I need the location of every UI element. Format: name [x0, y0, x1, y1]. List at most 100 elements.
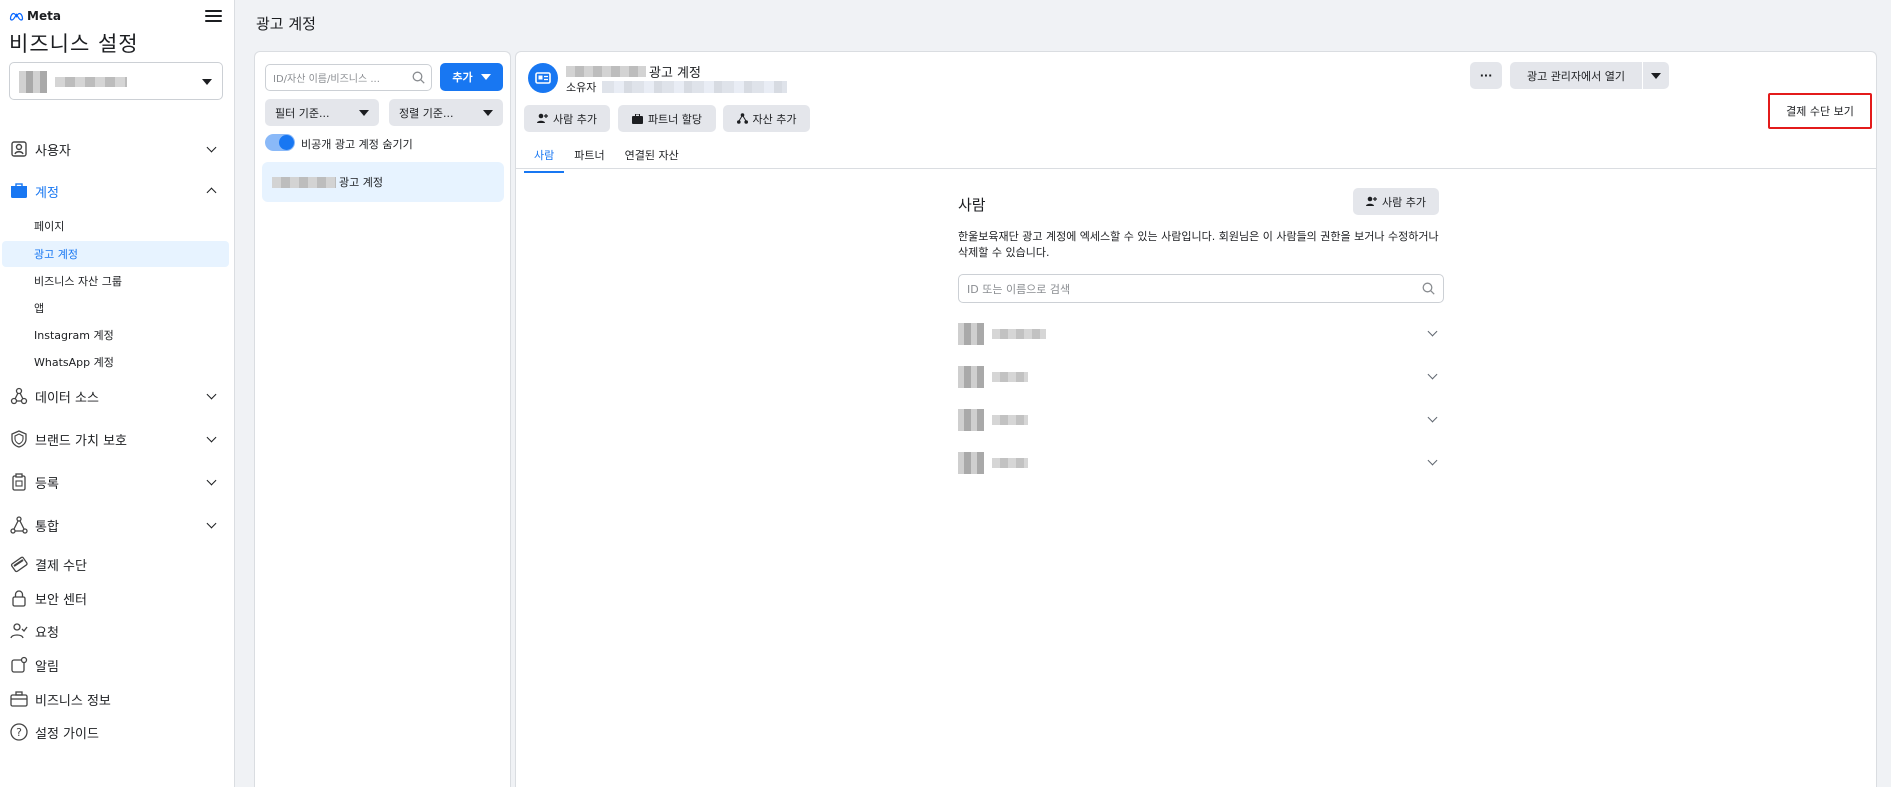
sidebar-item-payment-methods[interactable]: 결제 수단 [9, 551, 227, 577]
list-item[interactable] [958, 405, 1444, 435]
hide-private-toggle[interactable] [265, 134, 295, 151]
sidebar-item-security-center[interactable]: 보안 센터 [9, 585, 227, 611]
credit-card-icon [9, 554, 29, 574]
sidebar-item-brand-safety[interactable]: 브랜드 가치 보호 [9, 426, 227, 452]
chevron-down-icon [206, 518, 217, 529]
sidebar-subitem-apps[interactable]: 앱 [2, 295, 229, 321]
sidebar-item-label: 비즈니스 정보 [35, 693, 111, 709]
section-header: 광고 계정 [256, 15, 316, 33]
menu-icon[interactable] [205, 8, 222, 23]
avatar [958, 452, 984, 474]
account-name-redacted [272, 176, 336, 188]
add-assets-button[interactable]: 자산 추가 [723, 105, 810, 132]
sidebar-item-label: 데이터 소스 [35, 390, 99, 406]
sidebar-item-label: 계정 [35, 185, 59, 201]
chevron-down-icon [480, 74, 491, 80]
person-name-redacted [992, 458, 1028, 468]
sidebar-subitem-asset-groups[interactable]: 비즈니스 자산 그룹 [2, 268, 229, 294]
assign-partner-button[interactable]: 파트너 할당 [618, 105, 716, 132]
ads-manager-dropdown[interactable] [1643, 62, 1669, 89]
help-icon: ? [9, 722, 29, 742]
add-button[interactable]: 추가 [440, 63, 503, 91]
notification-icon [9, 655, 29, 675]
meta-logo[interactable]: Meta [9, 9, 61, 23]
sidebar-item-registration[interactable]: 등록 [9, 469, 227, 495]
lock-icon [9, 588, 29, 608]
person-name-redacted [992, 372, 1028, 382]
sidebar-item-accounts[interactable]: 계정 [9, 178, 227, 204]
business-info-icon [9, 689, 29, 709]
divider [516, 168, 1876, 169]
sidebar: Meta 비즈니스 설정 사용자 계정 페이지 광고 계정 비즈니스 자산 그룹… [0, 0, 235, 787]
add-person-icon [537, 113, 548, 123]
account-name-redacted [566, 66, 646, 77]
chevron-down-icon [359, 110, 369, 116]
chevron-down-icon [206, 389, 217, 400]
open-in-ads-manager-button[interactable]: 광고 관리자에서 열기 [1510, 62, 1642, 89]
sidebar-item-label: 사용자 [35, 143, 71, 159]
filter-label: 필터 기준... [275, 106, 330, 120]
chevron-up-icon [206, 187, 217, 198]
chevron-down-icon [206, 432, 217, 443]
sidebar-item-label: 통합 [35, 519, 59, 535]
sort-dropdown[interactable]: 정렬 기준... [389, 99, 503, 126]
assets-icon [736, 113, 748, 124]
list-item[interactable] [958, 448, 1444, 478]
sidebar-item-label: 설정 가이드 [35, 726, 99, 742]
integrations-icon [9, 515, 29, 535]
users-icon [9, 139, 29, 159]
list-item[interactable] [958, 362, 1444, 392]
chevron-down-icon [1427, 455, 1438, 466]
sidebar-item-data-sources[interactable]: 데이터 소스 [9, 383, 227, 409]
add-people-label: 사람 추가 [553, 112, 597, 126]
chevron-down-icon [1427, 412, 1438, 423]
chevron-down-icon [206, 142, 217, 153]
sidebar-subitem-ad-accounts[interactable]: 광고 계정 [2, 241, 229, 267]
ad-account-icon [528, 63, 558, 93]
sidebar-item-integrations[interactable]: 통합 [9, 512, 227, 538]
view-payment-methods-button[interactable]: 결제 수단 보기 [1768, 93, 1872, 129]
filter-dropdown[interactable]: 필터 기준... [265, 99, 379, 126]
people-add-button[interactable]: 사람 추가 [1353, 188, 1439, 215]
list-item[interactable] [958, 319, 1444, 349]
sidebar-item-requests[interactable]: 요청 [9, 618, 227, 644]
people-description: 한울보육재단 광고 계정에 엑세스할 수 있는 사람입니다. 회원님은 이 사람… [958, 230, 1439, 259]
sort-label: 정렬 기준... [399, 106, 454, 120]
meta-logo-text: Meta [27, 9, 61, 23]
sidebar-item-label: 요청 [35, 625, 59, 641]
account-owner: 소유자 [566, 79, 788, 95]
owner-name-redacted [602, 81, 788, 93]
people-add-label: 사람 추가 [1382, 195, 1426, 209]
clipboard-icon [9, 472, 29, 492]
sidebar-item-notifications[interactable]: 알림 [9, 652, 227, 678]
sidebar-item-business-info[interactable]: 비즈니스 정보 [9, 686, 227, 712]
business-selector[interactable] [9, 62, 223, 100]
sidebar-subitem-pages[interactable]: 페이지 [2, 213, 229, 239]
sidebar-item-setup-guide[interactable]: ? 설정 가이드 [9, 719, 227, 745]
sidebar-item-label: 등록 [35, 476, 59, 492]
sidebar-item-label: 브랜드 가치 보호 [35, 433, 127, 449]
list-item[interactable]: 광고 계정 [262, 162, 504, 202]
more-options-button[interactable]: ··· [1470, 62, 1502, 89]
sidebar-subitem-whatsapp[interactable]: WhatsApp 계정 [2, 349, 229, 375]
people-section-title: 사람 [958, 196, 986, 214]
assign-partner-label: 파트너 할당 [647, 112, 703, 126]
more-options-icon: ··· [1479, 69, 1493, 82]
add-people-button[interactable]: 사람 추가 [524, 105, 610, 132]
asset-search-input[interactable]: ID/자산 이름/비즈니스 ... [265, 64, 432, 91]
open-in-ads-manager-label: 광고 관리자에서 열기 [1526, 69, 1626, 83]
chevron-down-icon [1651, 72, 1661, 79]
search-placeholder: ID/자산 이름/비즈니스 ... [273, 74, 380, 85]
hide-private-label: 비공개 광고 계정 숨기기 [301, 138, 413, 151]
page-title: 비즈니스 설정 [9, 32, 139, 56]
add-button-label: 추가 [452, 71, 473, 84]
ad-account-list-panel: ID/자산 이름/비즈니스 ... 추가 필터 기준... 정렬 기준... 비… [254, 51, 511, 787]
sidebar-item-label: 결제 수단 [35, 558, 87, 574]
chevron-down-icon [1427, 326, 1438, 337]
avatar [958, 366, 984, 388]
sidebar-item-users[interactable]: 사용자 [9, 136, 227, 162]
people-search-input[interactable]: ID 또는 이름으로 검색 [958, 274, 1444, 303]
search-icon [1422, 282, 1435, 295]
chevron-down-icon [1427, 369, 1438, 380]
sidebar-subitem-instagram[interactable]: Instagram 계정 [2, 322, 229, 348]
